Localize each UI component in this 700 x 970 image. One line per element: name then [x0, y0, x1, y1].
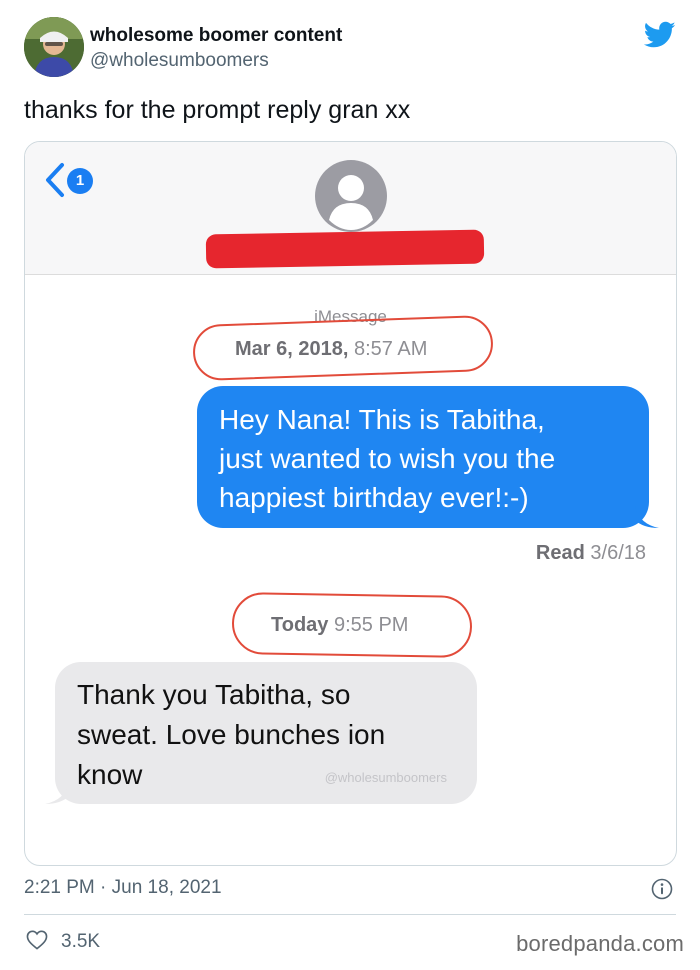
user-handle[interactable]: @wholesumboomers	[90, 50, 269, 72]
tweet-timestamp[interactable]: 2:21 PM · Jun 18, 2021	[24, 877, 222, 899]
tweet-header: wholesome boomer content @wholesumboomer…	[24, 17, 684, 81]
avatar[interactable]	[24, 17, 84, 77]
received-message-bubble[interactable]: Thank you Tabitha, so sweat. Love bunche…	[45, 662, 477, 804]
message-line: Hey Nana! This is Tabitha,	[219, 404, 545, 435]
bubble-tail	[45, 782, 69, 804]
unread-badge: 1	[67, 168, 93, 194]
read-date: 3/6/18	[590, 542, 646, 564]
bubble-tail	[635, 506, 659, 528]
imessage-header: 1	[25, 142, 676, 275]
message-line: sweat. Love bunches ion	[77, 719, 386, 750]
display-name[interactable]: wholesome boomer content	[90, 25, 342, 47]
timestamp-time: 9:55 PM	[333, 614, 409, 636]
heart-icon[interactable]	[26, 930, 48, 950]
message-timestamp: Mar 6, 2018, 8:57 AM	[235, 338, 427, 361]
twitter-bird-icon[interactable]	[644, 21, 676, 49]
timestamp-day: Today	[271, 614, 329, 636]
message-line: happiest birthday ever!:-)	[219, 482, 529, 513]
tweet-text: thanks for the prompt reply gran xx	[24, 96, 411, 124]
read-receipt: Read 3/6/18	[536, 542, 646, 565]
tweet-media[interactable]: 1 iMessage Mar 6, 2018, 8:57 AM Hey Nana…	[24, 141, 677, 866]
read-label: Read	[535, 542, 585, 564]
timestamp-day: Mar 6, 2018,	[235, 338, 349, 360]
message-line: just wanted to wish you the	[219, 443, 556, 474]
timestamp-time: 8:57 AM	[353, 338, 428, 360]
contact-name-redaction	[205, 229, 485, 269]
watermark: @wholesumboomers	[324, 770, 447, 785]
divider	[24, 914, 676, 915]
message-timestamp: Today 9:55 PM	[271, 614, 408, 637]
like-count: 3.5K	[61, 931, 101, 952]
contact-silhouette-icon[interactable]	[315, 160, 387, 232]
source-watermark: boredpanda.com	[516, 931, 684, 956]
message-line: Thank you Tabitha, so	[77, 679, 351, 710]
info-icon[interactable]	[651, 878, 673, 900]
sent-message-bubble[interactable]: Hey Nana! This is Tabitha, just wanted t…	[197, 386, 659, 528]
back-chevron-icon[interactable]	[43, 162, 65, 198]
